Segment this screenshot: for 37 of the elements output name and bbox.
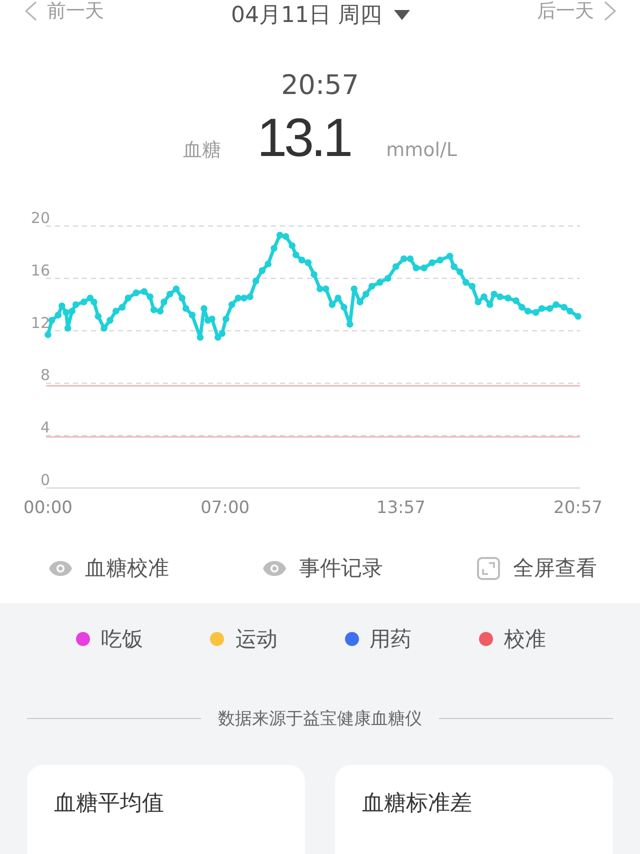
legend-label: 吃饭 [101, 626, 143, 653]
date-label: 04月11日 周四 [231, 2, 382, 30]
stat-title: 血糖平均值 [54, 791, 164, 816]
legend-label: 用药 [370, 626, 412, 653]
toggle-button[interactable]: 事件记录 [263, 554, 383, 582]
legend-label: 校准 [504, 626, 546, 653]
x-axis-label: 00:00 [24, 498, 72, 518]
toggle-button[interactable]: 血糖校准 [49, 554, 169, 582]
x-axis-label: 20:57 [554, 498, 602, 518]
y-axis-label: 0 [40, 471, 50, 489]
dropdown-caret-icon [394, 10, 410, 20]
eye-icon [263, 560, 286, 576]
chevron-right-icon [604, 1, 616, 21]
date-picker-button[interactable]: 04月11日 周四 [231, 2, 410, 28]
fullscreen-button[interactable]: 全屏查看 [477, 554, 597, 582]
data-source-note: 数据来源于益宝健康血糖仪 [218, 708, 422, 730]
legend-label: 运动 [235, 626, 278, 653]
glucose-value: 13.1 [256, 108, 350, 168]
y-axis-label: 8 [40, 366, 50, 384]
eye-icon [49, 560, 72, 576]
unit-label: mmol/L [386, 139, 458, 161]
next-day-label: 后一天 [536, 0, 594, 22]
y-axis-label: 4 [40, 418, 50, 437]
action-label: 事件记录 [299, 555, 383, 582]
fullscreen-icon [477, 556, 500, 580]
chevron-left-icon [25, 1, 37, 21]
reading-time: 20:57 [280, 70, 360, 102]
previous-day-label: 前一天 [47, 0, 104, 22]
action-label: 血糖校准 [85, 555, 169, 582]
reading-label: 血糖 [182, 138, 221, 163]
y-axis-label: 16 [30, 261, 50, 280]
action-label: 全屏查看 [513, 555, 597, 582]
x-axis-label: 07:00 [200, 498, 250, 518]
stat-title: 血糖标准差 [362, 791, 472, 816]
y-axis-label: 12 [30, 314, 50, 332]
y-axis-label: 20 [30, 209, 50, 227]
x-axis-label: 13:57 [376, 498, 426, 518]
